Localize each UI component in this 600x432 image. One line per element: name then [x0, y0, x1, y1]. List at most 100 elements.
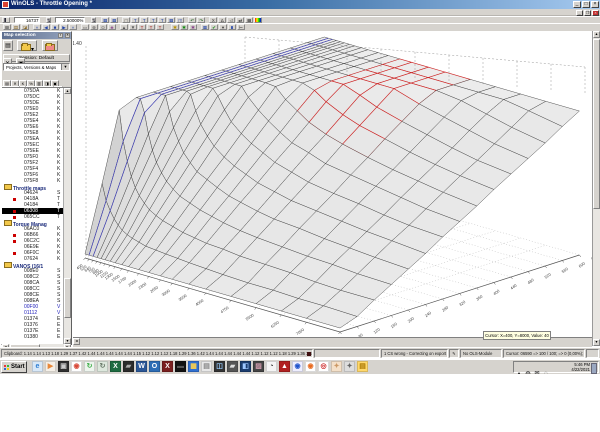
windows-taskbar: Start e▶▣◉↻↻X▰WOX▬▦▤◫▰◧▨◔▲◉◉◎✦✦▤ ▴◍✉◌ 5:… [0, 359, 600, 377]
scrollbar-thumb[interactable] [593, 39, 600, 209]
taskbar-app-icon[interactable]: X [162, 361, 173, 372]
toolbar-button-icon[interactable]: ◪ [21, 24, 29, 30]
main-toolbar: ▌ 16737 ⇅ 2.50000% ⇅ ▦▦▢TTTT▦◫↶↷XΔ◁⇄▩■ [0, 16, 600, 23]
taskbar-app-icon[interactable]: ▨ [253, 361, 264, 372]
modified-marker-icon [13, 215, 16, 219]
status-bar: Clipboard: 1.14 1.14 1.13 1.18 1.29 1.37… [0, 347, 600, 358]
toolbar-button-icon[interactable]: T [147, 24, 155, 30]
system-tray: ▴◍✉◌ 5:46 PM 4/22/2021 [513, 361, 599, 377]
taskbar-app-icon[interactable]: X [110, 361, 121, 372]
taskbar-app-icon[interactable]: ◎ [318, 361, 329, 372]
panel-vertical-scrollbar[interactable]: ▲ ▼ [63, 88, 71, 344]
scope-dropdown[interactable]: Projects, Versions & Maps ▼ [3, 63, 70, 71]
winols-application-window: WinOLS - Throttle Opening * _ □ × Projec… [0, 0, 600, 432]
toolbar-button-icon[interactable]: » [69, 24, 77, 30]
taskbar-app-icon[interactable]: ◉ [305, 361, 316, 372]
clipboard-status: Clipboard: 1.14 1.14 1.13 1.18 1.29 1.37… [1, 349, 313, 358]
toolbar-button-icon[interactable]: ⊢ [237, 24, 245, 30]
taskbar-app-icon[interactable]: ✦ [344, 361, 355, 372]
taskbar-app-icon[interactable]: W [136, 361, 147, 372]
toolbar-separator [197, 24, 200, 30]
toolbar-button-icon[interactable]: ✔ [210, 24, 218, 30]
show-desktop-button[interactable] [591, 363, 597, 374]
open-maps-button[interactable] [41, 40, 58, 51]
taskbar-app-icon[interactable]: ▲ [279, 361, 290, 372]
map-list-item[interactable]: 01380 E [2, 334, 71, 340]
taskbar-app-icon[interactable]: ▶ [45, 361, 56, 372]
scroll-down-icon[interactable]: ▼ [593, 339, 600, 346]
rpm-tick-label: 3500 [177, 292, 188, 302]
map-3d-view[interactable]: 400 520 640 760 880 1000 1150 1300 1500 1700 2000 2… [73, 31, 592, 337]
taskbar-app-icon[interactable]: e [32, 361, 43, 372]
toolbar-button-icon[interactable]: ▼ [129, 24, 137, 30]
taskbar-app-icon[interactable]: ◫ [214, 361, 225, 372]
clipboard-block-icon [307, 352, 311, 356]
toolbar-button-icon[interactable]: ▩ [3, 24, 11, 30]
toolbar-button-icon[interactable]: T [156, 24, 164, 30]
toolbar-button-icon[interactable]: ◈ [108, 24, 116, 30]
toolbar-button-icon[interactable]: « [33, 24, 41, 30]
toolbar-button-icon[interactable]: ▮ [228, 24, 236, 30]
taskbar-app-icon[interactable]: ▤ [201, 361, 212, 372]
taskbar-app-icon[interactable]: ◧ [240, 361, 251, 372]
toolbar-button-icon[interactable]: ⊕ [90, 24, 98, 30]
taskbar-app-icon[interactable]: ▰ [227, 361, 238, 372]
panel-pin-icon[interactable]: ▪ [58, 33, 63, 38]
taskbar-app-icon[interactable]: ▰ [123, 361, 134, 372]
toolbar-button-icon[interactable]: ✱ [171, 24, 179, 30]
modified-marker-icon [13, 239, 16, 243]
scroll-up-icon[interactable]: ▲ [64, 88, 71, 94]
load-tick-label: 120 [372, 326, 381, 334]
status-empty-segment [314, 349, 380, 358]
toolbar-button-icon[interactable]: ▶ [60, 24, 68, 30]
tab-scroll-left-icon[interactable]: ◄ [73, 338, 80, 345]
scrollbar-thumb[interactable] [64, 278, 71, 318]
toolbar-button-icon[interactable]: ⊙ [99, 24, 107, 30]
scroll-up-icon[interactable]: ▲ [593, 31, 600, 38]
toolbar-button-icon[interactable]: ✱ [189, 24, 197, 30]
toolbar-button-icon[interactable]: ◀ [42, 24, 50, 30]
rpm-tick-label: 2650 [149, 284, 160, 294]
import-button[interactable]: ▤ [3, 40, 13, 51]
toolbar-separator [167, 24, 170, 30]
taskbar-app-icon[interactable]: ◔ [266, 361, 277, 372]
taskbar-app-icon[interactable]: ◉ [292, 361, 303, 372]
map-list: 075DA K 075DC K 075DE K 075E0 K 075E2 K 075E4 K 075E… [2, 87, 71, 344]
taskbar-app-icon[interactable]: ▣ [58, 361, 69, 372]
modified-marker-icon [13, 233, 16, 237]
taskbar-app-icon[interactable]: ✦ [331, 361, 342, 372]
taskbar-clock[interactable]: 5:46 PM 4/22/2021 [571, 362, 590, 372]
toolbar-button-icon[interactable]: ▲ [120, 24, 128, 30]
scope-dropdown-value: Projects, Versions & Maps [6, 65, 57, 70]
taskbar-app-icon[interactable]: ◉ [71, 361, 82, 372]
start-button[interactable]: Start [1, 361, 27, 373]
taskbar-app-icon[interactable]: ▦ [188, 361, 199, 372]
taskbar-app-icon[interactable]: ↻ [84, 361, 95, 372]
toolbar-button-icon[interactable]: ▤ [12, 24, 20, 30]
map-selection-panel: Map selection ▪ × ▤ ▾ ✕ ▣ Session: Defau… [1, 31, 72, 351]
toolbar-button-icon[interactable]: ▭ [81, 24, 89, 30]
minimize-button[interactable]: _ [573, 1, 581, 8]
taskbar-app-icon[interactable]: ↻ [97, 361, 108, 372]
toolbar-button-icon[interactable]: ✱ [180, 24, 188, 30]
toolbar-button-icon[interactable]: ▦ [201, 24, 209, 30]
open-project-button[interactable]: ▾ [17, 40, 38, 53]
toolbar-button-icon[interactable]: T [138, 24, 146, 30]
load-tick-label: 320 [458, 299, 467, 307]
window-title: WinOLS - Throttle Opening * [11, 1, 92, 7]
resize-grip[interactable] [586, 349, 599, 358]
taskbar-app-icon[interactable]: ▤ [357, 361, 368, 372]
taskbar-app-icon[interactable]: O [149, 361, 160, 372]
panel-close-icon[interactable]: × [65, 33, 70, 38]
rpm-tick-label: 2300 [137, 281, 148, 291]
map-vertical-scrollbar[interactable]: ▲ ▼ [592, 31, 600, 346]
filter-toolbar: ▤ ✕ K% ▥ ◨ ▣ [2, 72, 71, 87]
load-tick-label: 440 [509, 282, 518, 290]
toolbar-button-icon[interactable]: ■ [51, 24, 59, 30]
taskbar-app-icon[interactable]: ▬ [175, 361, 186, 372]
maximize-button[interactable]: □ [582, 1, 590, 8]
surface-mesh [84, 36, 580, 329]
chevron-down-icon[interactable]: ▼ [61, 64, 69, 70]
toolbar-button-icon[interactable]: ▾ [219, 24, 227, 30]
close-button[interactable]: × [591, 1, 599, 8]
